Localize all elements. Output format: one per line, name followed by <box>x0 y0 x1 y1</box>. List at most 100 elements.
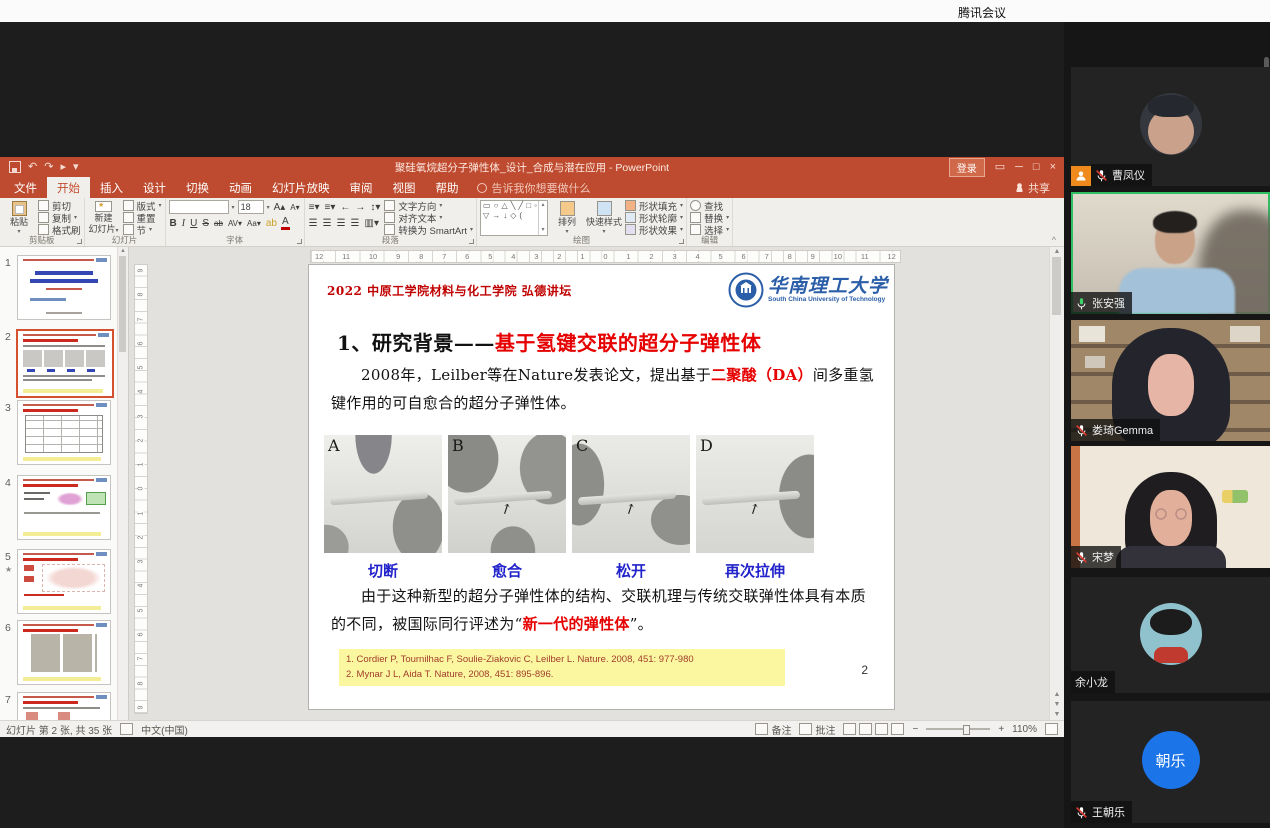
ribbon-tab[interactable]: 设计 <box>133 177 176 198</box>
slide-thumbnail-2-selected[interactable] <box>16 329 114 398</box>
layout-button[interactable]: 版式▾ <box>123 200 162 211</box>
scroll-up-icon[interactable]: ▲ <box>1050 248 1064 255</box>
dialog-launcher-icon[interactable] <box>679 239 684 244</box>
slide-thumbnail-7[interactable] <box>17 692 111 720</box>
zoom-in-button[interactable]: + <box>998 724 1004 735</box>
increase-indent-button[interactable]: → <box>354 202 366 213</box>
dialog-launcher-icon[interactable] <box>77 239 82 244</box>
slide-thumbnail-1[interactable] <box>17 255 111 320</box>
next-slide-button[interactable]: ▼ <box>1054 701 1061 708</box>
language-indicator[interactable]: 中文(中国) <box>141 722 188 737</box>
underline-button[interactable]: U <box>189 218 198 229</box>
slide-title[interactable]: 1、研究背景——基于氢键交联的超分子弹性体 <box>337 327 761 356</box>
change-case-button[interactable]: Aa▾ <box>246 219 262 228</box>
main-scrollbar[interactable]: ▲ ▲ ▼ ▼ <box>1049 247 1064 720</box>
grow-font-button[interactable]: A▴ <box>273 202 287 213</box>
scroll-up-icon[interactable]: ▲ <box>118 248 128 254</box>
photo-panel[interactable]: D ↑ 再次拉伸 <box>696 435 814 581</box>
new-slide-button[interactable]: 新建 幻灯片▾ <box>88 200 120 235</box>
paste-button[interactable]: 粘贴 ▾ <box>3 200 35 235</box>
ribbon-tab[interactable]: 动画 <box>219 177 262 198</box>
previous-slide-button[interactable]: ▲ <box>1054 691 1061 698</box>
scrollbar-thumb[interactable] <box>1052 257 1061 315</box>
accessibility-icon[interactable] <box>120 723 133 735</box>
slide-header-text[interactable]: 2022 中原工学院材料与化工学院 弘德讲坛 <box>327 282 572 299</box>
slide-paragraph-2[interactable]: 由于这种新型的超分子弹性体的结构、交联机理与传统交联弹性体具有本质的不同，被国际… <box>331 583 874 639</box>
columns-button[interactable]: ▥▾ <box>364 218 380 229</box>
zoom-slider-thumb[interactable] <box>963 725 970 735</box>
find-button[interactable]: 查找 <box>690 200 729 211</box>
zoom-out-button[interactable]: − <box>912 724 918 735</box>
highlight-button[interactable]: ab <box>265 218 278 229</box>
numbering-button[interactable]: ≡▾ <box>324 202 337 213</box>
participant-tile-wangchaole[interactable]: 朝乐 王朝乐 <box>1071 701 1270 823</box>
scrollbar-thumb[interactable] <box>119 256 126 352</box>
references-box[interactable]: 1. Cordier P, Tournilhac F, Soulie-Ziako… <box>339 649 785 686</box>
maximize-button[interactable]: □ <box>1033 162 1040 173</box>
shrink-font-button[interactable]: A▾ <box>289 203 300 212</box>
ribbon-tab[interactable]: 文件 <box>4 177 47 198</box>
text-direction-button[interactable]: 文字方向▾ <box>384 200 473 211</box>
participant-tile-caofengyi[interactable]: 曹凤仪 <box>1071 67 1270 186</box>
reset-button[interactable]: 重置 <box>123 212 162 223</box>
qat-customize-icon[interactable]: ▾ <box>73 162 79 173</box>
slide-paragraph-1[interactable]: 2008年，Leilber等在Nature发表论文，提出基于二聚酸（DA）间多重… <box>331 362 874 418</box>
shape-outline-button[interactable]: 形状轮廓▾ <box>625 212 683 223</box>
bold-button[interactable]: B <box>169 218 178 229</box>
bullets-button[interactable]: ≡▾ <box>308 202 321 213</box>
replace-button[interactable]: 替换▾ <box>690 212 729 223</box>
photo-panel[interactable]: B ↑ 愈合 <box>448 435 566 581</box>
university-logo[interactable]: 华南理工大学 South China University of Technol… <box>728 272 888 308</box>
participant-tile-songmeng[interactable]: 宋梦 <box>1071 446 1270 568</box>
participant-tile-yuxiaolong[interactable]: 余小龙 <box>1071 577 1270 693</box>
ribbon-tab[interactable]: 审阅 <box>340 177 383 198</box>
start-slideshow-icon[interactable]: ▸ <box>60 162 66 173</box>
arrange-button[interactable]: 排列▾ <box>551 200 583 235</box>
share-button[interactable]: 共享 <box>1015 177 1064 198</box>
ribbon-tab[interactable]: 视图 <box>383 177 426 198</box>
ribbon-display-options-icon[interactable]: ▭ <box>995 162 1005 173</box>
fit-to-window-button[interactable] <box>1045 723 1058 735</box>
align-text-button[interactable]: 对齐文本▾ <box>384 212 473 223</box>
participant-tile-louqigemma[interactable]: 娄琦Gemma <box>1071 320 1270 441</box>
comments-toggle[interactable]: 批注 <box>799 722 835 737</box>
dialog-launcher-icon[interactable] <box>469 239 474 244</box>
align-right-button[interactable]: ☰ <box>336 218 347 229</box>
photo-panel[interactable]: C ↑ 松开 <box>572 435 690 581</box>
align-left-button[interactable]: ☰ <box>308 218 319 229</box>
ribbon-tab[interactable]: 幻灯片放映 <box>262 177 340 198</box>
decrease-indent-button[interactable]: ← <box>339 202 351 213</box>
participant-tile-zhanganqiang[interactable]: 张安强 <box>1071 192 1270 314</box>
ribbon-tab[interactable]: 插入 <box>90 177 133 198</box>
slide-thumbnail-6[interactable] <box>17 620 111 685</box>
undo-icon[interactable]: ↶ <box>28 162 37 173</box>
cut-button[interactable]: 剪切 <box>38 200 81 211</box>
normal-view-button[interactable] <box>843 723 856 735</box>
char-spacing-button[interactable]: AV▾ <box>227 219 243 228</box>
tell-me-box[interactable]: 告诉我你想要做什么 <box>469 177 591 198</box>
dialog-launcher-icon[interactable] <box>297 239 302 244</box>
photo-panel[interactable]: A 切断 <box>324 435 442 581</box>
shape-fill-button[interactable]: 形状填充▾ <box>625 200 683 211</box>
ribbon-tab[interactable]: 开始 <box>47 177 90 198</box>
quick-styles-button[interactable]: 快速样式▾ <box>586 200 622 235</box>
photo-sequence[interactable]: A 切断 B ↑ 愈合 <box>324 435 814 581</box>
font-name-select[interactable] <box>169 200 229 214</box>
slide-sorter-view-button[interactable] <box>859 723 872 735</box>
zoom-level[interactable]: 110% <box>1012 724 1037 735</box>
signin-button[interactable]: 登录 <box>949 158 985 177</box>
line-spacing-button[interactable]: ↕▾ <box>369 202 381 213</box>
slideshow-view-button[interactable] <box>891 723 904 735</box>
reading-view-button[interactable] <box>875 723 888 735</box>
strikethrough-button[interactable]: S <box>201 218 210 229</box>
ribbon-tab[interactable]: 帮助 <box>426 177 469 198</box>
shapes-gallery[interactable]: ▭○△╲╱□ ◦▽→↓◇( ▴▾ <box>480 200 548 236</box>
align-center-button[interactable]: ☰ <box>322 218 333 229</box>
shapes-scroll[interactable]: ▴▾ <box>538 201 547 235</box>
save-icon[interactable] <box>9 161 21 173</box>
slide-thumbnail-3[interactable] <box>17 400 111 465</box>
thumbnail-scrollbar[interactable]: ▲ <box>117 247 128 720</box>
font-size-select[interactable]: 18 <box>238 200 264 214</box>
scroll-down-icon[interactable]: ▼ <box>1054 711 1061 718</box>
justify-button[interactable]: ☰ <box>350 218 361 229</box>
